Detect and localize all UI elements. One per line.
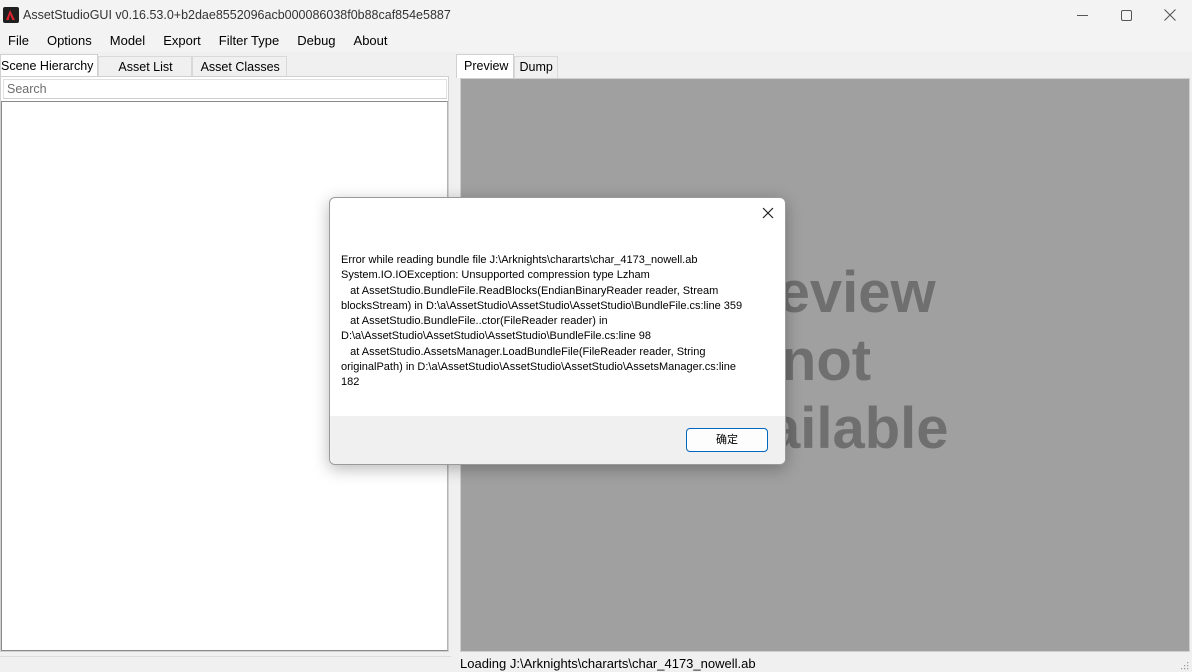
dialog-footer: 确定 (330, 416, 785, 464)
window-title: AssetStudioGUI v0.16.53.0+b2dae8552096ac… (23, 8, 451, 22)
menu-debug[interactable]: Debug (288, 30, 344, 52)
menu-model[interactable]: Model (101, 30, 154, 52)
error-dialog: Error while reading bundle file J:\Arkni… (329, 197, 786, 465)
left-tab-strip: Scene Hierarchy Asset List Asset Classes (0, 54, 451, 78)
tab-asset-list[interactable]: Asset List (98, 56, 192, 78)
close-icon (762, 207, 774, 219)
minimize-icon[interactable] (1060, 0, 1104, 30)
menu-options[interactable]: Options (38, 30, 101, 52)
window-controls (1060, 0, 1192, 30)
resize-grip-icon[interactable] (1179, 660, 1189, 670)
assetstudio-app-icon (3, 7, 19, 23)
menu-bar: File Options Model Export Filter Type De… (0, 30, 1192, 52)
menu-export[interactable]: Export (154, 30, 210, 52)
title-bar: AssetStudioGUI v0.16.53.0+b2dae8552096ac… (0, 0, 1192, 30)
dialog-close-button[interactable] (757, 202, 779, 224)
tab-scene-hierarchy[interactable]: Scene Hierarchy (0, 54, 99, 78)
status-label: Loading J:\Arknights\chararts\char_4173_… (460, 656, 756, 671)
right-tab-strip: Preview Dump (456, 54, 558, 78)
search-input[interactable]: Search (3, 79, 447, 99)
close-icon[interactable] (1148, 0, 1192, 30)
menu-about[interactable]: About (345, 30, 397, 52)
error-message: Error while reading bundle file J:\Arkni… (341, 254, 743, 389)
menu-file[interactable]: File (0, 30, 38, 52)
left-status-strip (0, 656, 451, 672)
ok-button[interactable]: 确定 (686, 428, 768, 452)
tab-asset-classes[interactable]: Asset Classes (191, 56, 287, 78)
tab-dump[interactable]: Dump (514, 56, 558, 78)
menu-filter-type[interactable]: Filter Type (210, 30, 288, 52)
maximize-icon[interactable] (1104, 0, 1148, 30)
tab-preview[interactable]: Preview (456, 54, 515, 78)
